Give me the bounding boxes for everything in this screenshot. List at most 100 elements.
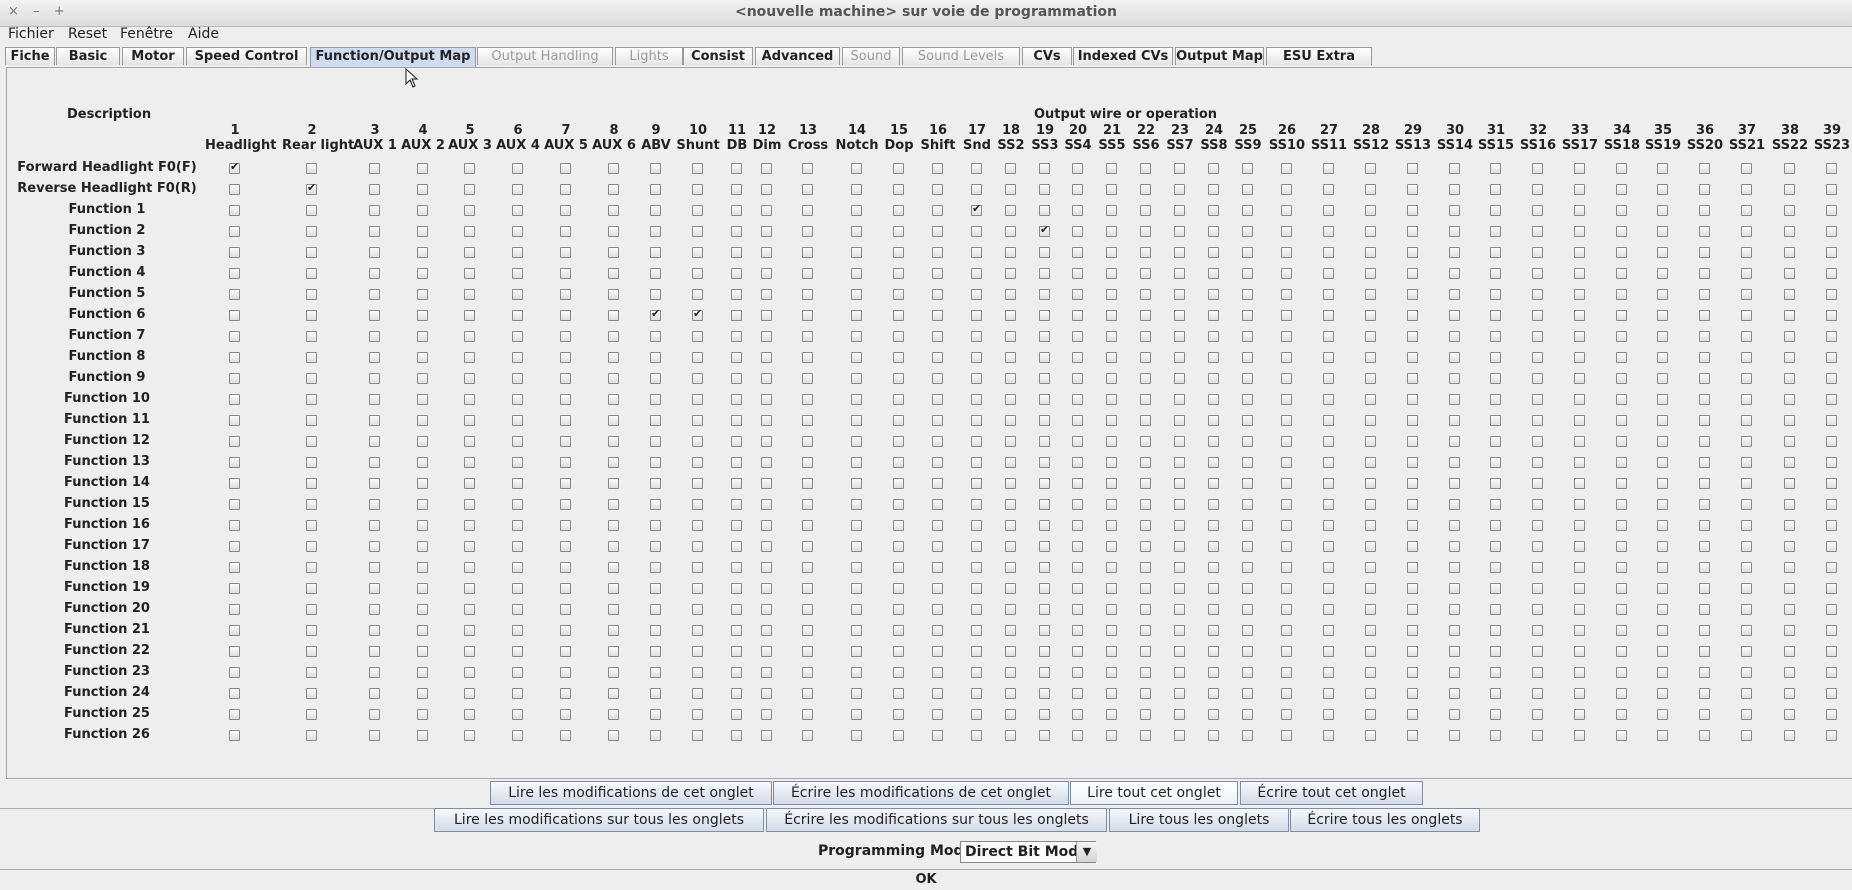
output-checkbox[interactable] bbox=[1106, 436, 1117, 447]
output-checkbox[interactable] bbox=[560, 184, 571, 195]
output-checkbox[interactable] bbox=[1072, 520, 1083, 531]
output-checkbox[interactable] bbox=[893, 730, 904, 741]
output-checkbox[interactable] bbox=[1532, 562, 1543, 573]
output-checkbox[interactable] bbox=[1140, 499, 1151, 510]
output-checkbox[interactable] bbox=[417, 730, 428, 741]
output-checkbox[interactable] bbox=[692, 541, 703, 552]
output-checkbox[interactable] bbox=[731, 205, 742, 216]
output-checkbox[interactable] bbox=[1072, 730, 1083, 741]
output-checkbox[interactable] bbox=[761, 247, 772, 258]
output-checkbox[interactable] bbox=[731, 373, 742, 384]
output-checkbox[interactable] bbox=[1174, 541, 1185, 552]
output-checkbox[interactable] bbox=[1140, 520, 1151, 531]
output-checkbox[interactable] bbox=[893, 394, 904, 405]
output-checkbox[interactable] bbox=[761, 352, 772, 363]
output-checkbox[interactable] bbox=[1174, 163, 1185, 174]
output-checkbox[interactable] bbox=[1208, 562, 1219, 573]
output-checkbox[interactable] bbox=[802, 373, 813, 384]
output-checkbox[interactable] bbox=[1741, 268, 1752, 279]
output-checkbox[interactable] bbox=[1449, 478, 1460, 489]
output-checkbox[interactable] bbox=[971, 310, 982, 321]
output-checkbox[interactable] bbox=[560, 457, 571, 468]
output-checkbox[interactable] bbox=[1140, 709, 1151, 720]
output-checkbox[interactable] bbox=[1741, 688, 1752, 699]
output-checkbox[interactable] bbox=[229, 709, 240, 720]
output-checkbox[interactable] bbox=[1323, 289, 1334, 300]
output-checkbox[interactable] bbox=[893, 163, 904, 174]
output-checkbox[interactable] bbox=[932, 331, 943, 342]
output-checkbox[interactable] bbox=[761, 415, 772, 426]
output-checkbox[interactable] bbox=[893, 436, 904, 447]
output-checkbox[interactable] bbox=[1407, 205, 1418, 216]
output-checkbox[interactable] bbox=[1005, 415, 1016, 426]
output-checkbox[interactable] bbox=[306, 499, 317, 510]
output-checkbox[interactable] bbox=[1174, 268, 1185, 279]
output-checkbox[interactable] bbox=[1072, 268, 1083, 279]
output-checkbox[interactable] bbox=[1039, 688, 1050, 699]
output-checkbox[interactable] bbox=[1574, 457, 1585, 468]
output-checkbox[interactable] bbox=[761, 709, 772, 720]
output-checkbox[interactable] bbox=[560, 163, 571, 174]
output-checkbox[interactable] bbox=[1407, 625, 1418, 636]
output-checkbox[interactable] bbox=[1039, 457, 1050, 468]
output-checkbox[interactable] bbox=[1407, 163, 1418, 174]
output-checkbox[interactable] bbox=[1616, 583, 1627, 594]
output-checkbox[interactable] bbox=[1826, 289, 1837, 300]
output-checkbox[interactable] bbox=[1741, 604, 1752, 615]
output-checkbox[interactable] bbox=[692, 562, 703, 573]
output-checkbox[interactable] bbox=[1242, 184, 1253, 195]
output-checkbox[interactable] bbox=[1106, 730, 1117, 741]
output-checkbox[interactable] bbox=[1826, 667, 1837, 678]
output-checkbox[interactable] bbox=[1826, 310, 1837, 321]
output-checkbox[interactable] bbox=[1365, 688, 1376, 699]
output-checkbox[interactable] bbox=[608, 247, 619, 258]
output-checkbox[interactable] bbox=[1174, 436, 1185, 447]
output-checkbox[interactable] bbox=[1174, 520, 1185, 531]
output-checkbox[interactable] bbox=[1449, 415, 1460, 426]
output-checkbox[interactable] bbox=[1490, 289, 1501, 300]
output-checkbox[interactable] bbox=[650, 478, 661, 489]
output-checkbox[interactable] bbox=[650, 646, 661, 657]
output-checkbox[interactable] bbox=[369, 415, 380, 426]
output-checkbox[interactable] bbox=[1174, 625, 1185, 636]
output-checkbox[interactable] bbox=[761, 730, 772, 741]
output-checkbox[interactable] bbox=[1490, 268, 1501, 279]
output-checkbox[interactable] bbox=[1365, 310, 1376, 321]
output-checkbox[interactable] bbox=[1657, 457, 1668, 468]
output-checkbox[interactable] bbox=[1490, 352, 1501, 363]
output-checkbox[interactable] bbox=[1741, 520, 1752, 531]
output-checkbox[interactable] bbox=[893, 205, 904, 216]
output-checkbox[interactable] bbox=[851, 541, 862, 552]
output-checkbox[interactable] bbox=[1574, 709, 1585, 720]
output-checkbox[interactable] bbox=[971, 457, 982, 468]
output-checkbox[interactable] bbox=[417, 667, 428, 678]
output-checkbox[interactable] bbox=[1826, 709, 1837, 720]
output-checkbox[interactable] bbox=[1574, 646, 1585, 657]
output-checkbox[interactable] bbox=[306, 268, 317, 279]
output-checkbox[interactable] bbox=[1208, 247, 1219, 258]
output-checkbox[interactable] bbox=[369, 688, 380, 699]
output-checkbox[interactable] bbox=[1005, 709, 1016, 720]
output-checkbox[interactable] bbox=[1140, 331, 1151, 342]
output-checkbox[interactable] bbox=[1699, 604, 1710, 615]
output-checkbox[interactable] bbox=[1005, 184, 1016, 195]
output-checkbox[interactable] bbox=[1039, 499, 1050, 510]
output-checkbox[interactable] bbox=[1005, 331, 1016, 342]
output-checkbox[interactable] bbox=[229, 310, 240, 321]
output-checkbox[interactable] bbox=[1281, 352, 1292, 363]
output-checkbox[interactable] bbox=[1532, 247, 1543, 258]
output-checkbox[interactable] bbox=[1323, 226, 1334, 237]
output-checkbox[interactable] bbox=[932, 520, 943, 531]
output-checkbox[interactable] bbox=[306, 352, 317, 363]
output-checkbox[interactable] bbox=[1323, 415, 1334, 426]
output-checkbox[interactable] bbox=[692, 163, 703, 174]
output-checkbox[interactable] bbox=[1449, 667, 1460, 678]
output-checkbox[interactable] bbox=[851, 478, 862, 489]
output-checkbox[interactable] bbox=[1449, 625, 1460, 636]
output-checkbox[interactable] bbox=[731, 268, 742, 279]
output-checkbox[interactable] bbox=[1826, 394, 1837, 405]
output-checkbox[interactable] bbox=[893, 478, 904, 489]
output-checkbox[interactable] bbox=[731, 352, 742, 363]
output-checkbox[interactable] bbox=[1106, 184, 1117, 195]
output-checkbox[interactable] bbox=[1323, 478, 1334, 489]
